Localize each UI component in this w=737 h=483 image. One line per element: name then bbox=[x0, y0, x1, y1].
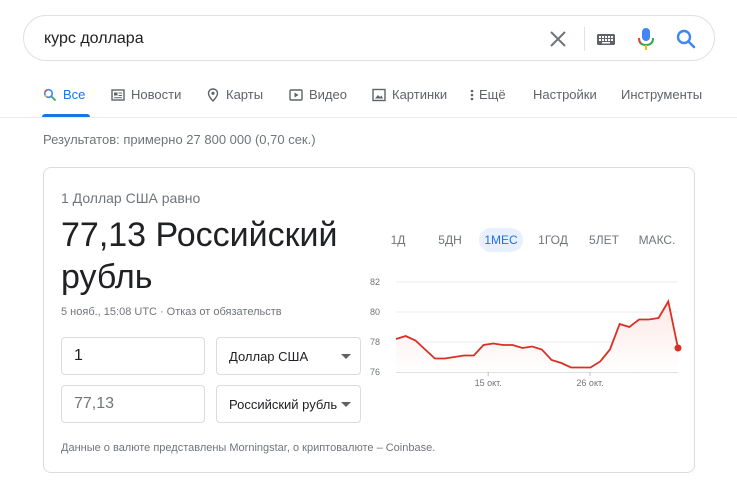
tab-tools-label: Инструменты bbox=[621, 87, 703, 102]
tab-settings-label: Настройки bbox=[533, 87, 597, 102]
separator: · bbox=[159, 306, 164, 318]
tab-more[interactable]: Ещё bbox=[470, 84, 506, 118]
range-1m[interactable]: 1МЕС bbox=[479, 228, 523, 252]
active-tab-indicator bbox=[42, 114, 90, 117]
range-1d[interactable]: 1Д bbox=[386, 228, 410, 252]
x-tick-label: 26 окт. bbox=[576, 378, 603, 388]
search-input[interactable] bbox=[44, 29, 524, 49]
tab-more-label: Ещё bbox=[479, 87, 506, 102]
equals-label: 1 Доллар США равно bbox=[61, 190, 201, 206]
range-5y[interactable]: 5ЛЕТ bbox=[586, 228, 622, 252]
map-pin-icon bbox=[207, 88, 219, 102]
range-max[interactable]: МАКС. bbox=[635, 228, 679, 252]
y-tick-label: 82 bbox=[370, 277, 380, 287]
source-note: Данные о валюте представлены Morningstar… bbox=[61, 442, 436, 454]
tab-all-label: Все bbox=[63, 87, 86, 102]
tab-maps[interactable]: Карты bbox=[206, 84, 263, 118]
dropdown-arrow-icon bbox=[341, 402, 351, 407]
range-5d[interactable]: 5ДН bbox=[433, 228, 467, 252]
currency-converter-card: 1 Доллар США равно 77,13 Российский рубл… bbox=[43, 167, 695, 473]
x-tick-label: 15 окт. bbox=[475, 378, 502, 388]
tab-all[interactable]: Все bbox=[43, 84, 85, 118]
tab-images-label: Картинки bbox=[392, 87, 448, 102]
from-amount-input[interactable] bbox=[61, 337, 205, 375]
tab-images[interactable]: Картинки bbox=[372, 84, 447, 118]
range-1y[interactable]: 1ГОД bbox=[535, 228, 571, 252]
microphone-icon[interactable] bbox=[636, 26, 656, 52]
search-divider bbox=[584, 27, 585, 51]
tab-news-label: Новости bbox=[131, 87, 182, 102]
tab-settings[interactable]: Настройки bbox=[533, 84, 597, 118]
y-tick-label: 76 bbox=[370, 367, 380, 377]
video-icon bbox=[289, 89, 303, 101]
search-tabs: Все Новости Карты Видео Картинки Ещё Нас… bbox=[0, 84, 737, 118]
clear-icon[interactable] bbox=[546, 27, 570, 51]
chart-endpoint bbox=[674, 344, 682, 352]
search-icon bbox=[43, 88, 57, 102]
tab-maps-label: Карты bbox=[226, 87, 264, 102]
disclaimer-link[interactable]: Отказ от обязательств bbox=[167, 306, 282, 318]
y-tick-label: 80 bbox=[370, 307, 380, 317]
news-icon bbox=[111, 89, 125, 101]
results-count: Результатов: примерно 27 800 000 (0,70 с… bbox=[43, 132, 316, 147]
update-time: 5 нояб., 15:08 UTC bbox=[61, 306, 157, 318]
tab-tools[interactable]: Инструменты bbox=[621, 84, 702, 118]
tab-news[interactable]: Новости bbox=[111, 84, 181, 118]
more-vert-icon bbox=[470, 89, 474, 101]
conversion-result: 77,13 Российский рубль bbox=[61, 216, 338, 296]
image-icon bbox=[372, 88, 386, 102]
search-icon[interactable] bbox=[674, 27, 698, 51]
from-currency-select[interactable]: Доллар США bbox=[216, 337, 361, 375]
tab-video-label: Видео bbox=[309, 87, 347, 102]
to-currency-label: Российский рубль bbox=[229, 397, 338, 412]
to-currency-select[interactable]: Российский рубль bbox=[216, 385, 361, 423]
keyboard-icon[interactable] bbox=[595, 28, 617, 50]
search-box[interactable] bbox=[23, 15, 715, 61]
from-currency-label: Доллар США bbox=[229, 349, 309, 364]
exchange-rate-chart[interactable]: 82 80 78 76 15 окт. 26 окт. bbox=[366, 268, 686, 398]
tab-video[interactable]: Видео bbox=[289, 84, 347, 118]
y-tick-label: 78 bbox=[370, 337, 380, 347]
dropdown-arrow-icon bbox=[341, 354, 351, 359]
to-amount-input[interactable] bbox=[61, 385, 205, 423]
update-info: 5 нояб., 15:08 UTC · Отказ от обязательств bbox=[61, 306, 282, 318]
